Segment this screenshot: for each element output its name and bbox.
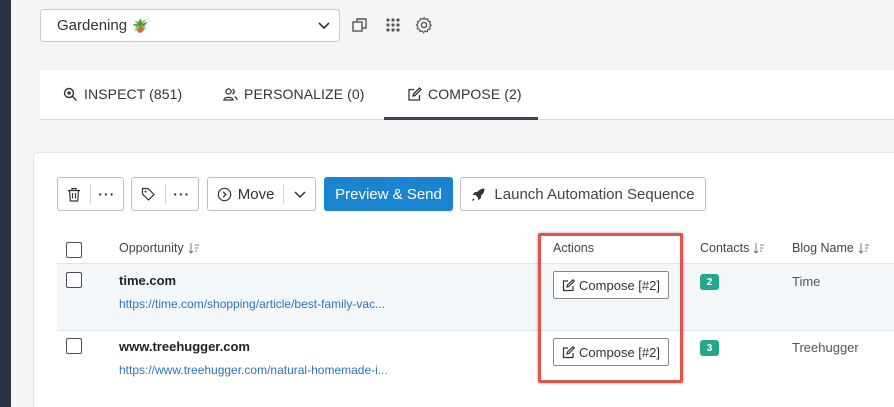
- column-header-opportunity[interactable]: Opportunity: [119, 241, 200, 255]
- move-button[interactable]: Move: [208, 178, 283, 210]
- delete-button[interactable]: [58, 178, 90, 210]
- preview-send-button[interactable]: Preview & Send: [324, 177, 453, 211]
- column-header-blog-name[interactable]: Blog Name: [792, 241, 870, 255]
- sort-icon: [753, 243, 765, 254]
- select-all-checkbox[interactable]: [66, 242, 82, 258]
- contacts-count-badge[interactable]: 3: [700, 340, 719, 356]
- duplicate-icon[interactable]: [351, 16, 369, 34]
- users-icon: [223, 87, 238, 101]
- launch-automation-button[interactable]: Launch Automation Sequence: [460, 177, 706, 211]
- tag-icon: [142, 187, 156, 201]
- gear-icon[interactable]: [415, 16, 433, 34]
- contacts-count-badge[interactable]: 2: [700, 274, 719, 290]
- content-gap: [11, 120, 894, 152]
- tab-bar: INSPECT (851) PERSONALIZE (0) COMPOSE (2…: [40, 70, 894, 120]
- compose-button[interactable]: Compose [#2]: [553, 338, 669, 366]
- tab-personalize[interactable]: PERSONALIZE (0): [223, 86, 365, 102]
- sort-icon: [188, 243, 199, 254]
- sort-icon: [858, 243, 869, 254]
- delete-button-group: ···: [57, 177, 124, 211]
- tab-inspect-label: INSPECT (851): [84, 86, 183, 102]
- opportunity-url[interactable]: https://time.com/shopping/article/best-f…: [119, 297, 385, 311]
- tab-compose-label: COMPOSE (2): [428, 86, 522, 102]
- arrow-circle-right-icon: [217, 187, 232, 201]
- tag-button[interactable]: [132, 178, 165, 210]
- column-header-opportunity-label: Opportunity: [119, 241, 184, 255]
- edit-icon: [562, 278, 576, 291]
- campaign-select-value: Gardening: [57, 17, 128, 34]
- campaign-select[interactable]: Gardening 🪴: [40, 9, 340, 42]
- tab-compose[interactable]: COMPOSE (2): [407, 86, 522, 102]
- chevron-down-icon: [294, 191, 306, 199]
- tab-inspect[interactable]: INSPECT (851): [63, 86, 182, 102]
- apps-grid-icon[interactable]: [384, 16, 402, 34]
- move-button-label: Move: [237, 185, 275, 203]
- blog-name: Time: [792, 274, 821, 289]
- column-header-contacts-label: Contacts: [700, 241, 750, 255]
- compose-button[interactable]: Compose [#2]: [553, 271, 669, 299]
- column-header-contacts[interactable]: Contacts: [700, 241, 765, 255]
- column-header-actions: Actions: [553, 241, 594, 255]
- move-dropdown-button[interactable]: [284, 178, 315, 210]
- chevron-down-icon: [318, 22, 330, 30]
- launch-automation-label: Launch Automation Sequence: [494, 185, 695, 203]
- blog-name: Treehugger: [792, 340, 859, 355]
- edit-icon: [408, 86, 422, 101]
- edit-icon: [562, 345, 576, 358]
- zoom-in-icon: [63, 87, 77, 101]
- left-rail: [0, 0, 11, 407]
- trash-icon: [67, 187, 80, 202]
- tag-more-button[interactable]: ···: [165, 178, 198, 210]
- compose-button-label: Compose [#2]: [579, 344, 660, 360]
- opportunity-site: www.treehugger.com: [119, 339, 250, 354]
- row-checkbox[interactable]: [66, 272, 82, 288]
- opportunity-url[interactable]: https://www.treehugger.com/natural-homem…: [119, 363, 388, 377]
- compose-button-label: Compose [#2]: [579, 277, 660, 293]
- tag-button-group: ···: [131, 177, 199, 211]
- delete-more-button[interactable]: ···: [91, 178, 124, 210]
- move-button-group: Move: [207, 177, 316, 211]
- column-header-actions-label: Actions: [553, 241, 594, 255]
- rocket-icon: [472, 188, 485, 201]
- opportunity-site: time.com: [119, 273, 177, 288]
- column-header-blog-name-label: Blog Name: [792, 241, 854, 255]
- plant-icon: 🪴: [132, 17, 149, 33]
- row-checkbox[interactable]: [66, 338, 82, 354]
- tab-personalize-label: PERSONALIZE (0): [244, 86, 365, 102]
